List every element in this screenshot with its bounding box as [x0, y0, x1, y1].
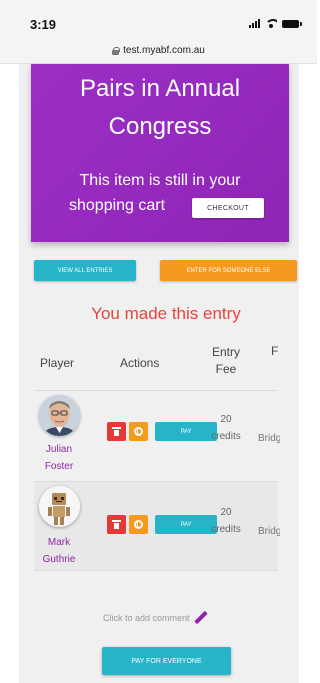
pay-credits-button[interactable] [129, 422, 148, 441]
delete-entry-button[interactable] [107, 515, 126, 534]
entry-fee: 20 credits [211, 414, 241, 442]
enter-for-someone-else-button[interactable]: ENTER FOR SOMEONE ELSE [160, 260, 297, 281]
trash-icon [112, 427, 121, 436]
banner-title: Pairs in Annual Congress [79, 75, 241, 140]
page-content: Pairs in Annual Congress This item is st… [19, 64, 299, 683]
coin-icon [134, 520, 143, 529]
status-time: 3:19 [30, 17, 57, 32]
signal-icon [249, 19, 260, 28]
delete-entry-button[interactable] [107, 422, 126, 441]
add-comment-link[interactable]: Click to add comment [103, 611, 208, 625]
event-name: Bridg [258, 433, 280, 444]
avatar [39, 395, 80, 436]
entry-fee: 20 credits [211, 507, 241, 535]
column-header-player: Player [40, 356, 75, 370]
event-name: Bridg [258, 526, 280, 537]
status-bar: 3:19 [0, 0, 317, 38]
pay-credits-button[interactable] [129, 515, 148, 534]
pay-for-everyone-button[interactable]: PAY FOR EVERYONE [102, 647, 231, 675]
player-name[interactable]: Mark Guthrie [34, 534, 84, 568]
coin-icon [134, 427, 143, 436]
view-all-entries-button[interactable]: VIEW ALL ENTRIES [34, 260, 136, 281]
avatar [39, 486, 80, 527]
entry-confirmation-message: You made this entry [91, 304, 241, 323]
battery-icon [282, 19, 302, 28]
pencil-icon[interactable] [194, 611, 208, 625]
column-header-event: F [271, 344, 279, 358]
system-icons [249, 19, 302, 28]
column-header-actions: Actions [120, 356, 160, 370]
wifi-icon [265, 19, 277, 28]
table-row: Mark Guthrie PAY 20 credits Bridg [34, 481, 280, 571]
checkout-button[interactable]: CHECKOUT [192, 198, 264, 218]
table-row: Julian Foster PAY 20 credits Bridg [34, 391, 280, 481]
lock-icon [112, 46, 121, 55]
trash-icon [112, 520, 121, 529]
player-name[interactable]: Julian Foster [34, 441, 84, 475]
column-header-entry-fee: Entry Fee [211, 345, 240, 376]
add-comment-label[interactable]: Click to add comment [103, 613, 190, 623]
address-bar[interactable]: test.myabf.com.au [0, 38, 317, 64]
cart-banner: Pairs in Annual Congress This item is st… [31, 64, 289, 242]
url-text[interactable]: test.myabf.com.au [123, 45, 205, 56]
